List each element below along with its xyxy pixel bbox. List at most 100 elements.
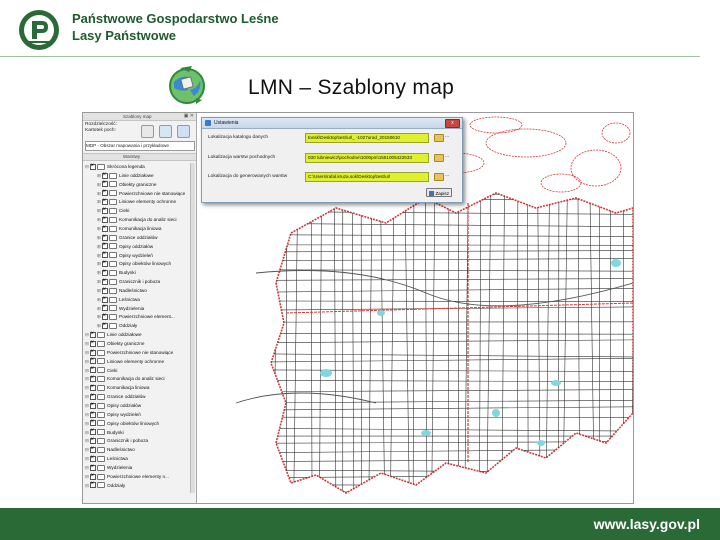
browse-button[interactable]: ...	[445, 153, 449, 159]
layer-type-icon	[97, 385, 105, 392]
layer-visibility-checkbox[interactable]	[90, 472, 96, 480]
layer-type-icon	[109, 252, 117, 259]
browse-button[interactable]: ...	[445, 133, 449, 139]
layer-visibility-checkbox[interactable]	[90, 330, 96, 338]
layer-visibility-checkbox[interactable]	[102, 250, 108, 259]
layer-tree-row[interactable]: ⊟Powierzchniowe elementy n...	[85, 472, 169, 481]
layer-type-icon	[109, 269, 117, 276]
layer-visibility-checkbox[interactable]	[90, 365, 96, 374]
layer-tree-row[interactable]: ⊟Opisy obiektów liniowych	[85, 418, 159, 428]
layer-visibility-checkbox[interactable]	[90, 445, 96, 453]
save-button[interactable]: Zapisz	[426, 188, 452, 197]
layer-tree-row[interactable]: ⊞Granice oddziałów	[97, 233, 158, 242]
layer-tree-row[interactable]: ⊟Powierzchniowe nie stanowiące	[85, 348, 173, 357]
layer-visibility-checkbox[interactable]	[90, 410, 96, 418]
layer-type-icon	[109, 243, 117, 250]
folder-icon[interactable]	[434, 173, 444, 181]
settings-dialog-titlebar: Ustawienia x	[202, 118, 462, 129]
layer-visibility-checkbox[interactable]	[102, 233, 108, 241]
layer-visibility-checkbox[interactable]	[102, 286, 108, 294]
template-select[interactable]: MDP - Obszar mapowania i przykładowe	[85, 141, 195, 151]
layer-tree-row[interactable]: ⊟Komunikacja liniowa	[85, 383, 149, 392]
layer-type-icon	[109, 225, 117, 232]
layer-visibility-checkbox[interactable]	[102, 179, 108, 188]
layer-visibility-checkbox[interactable]	[90, 401, 96, 409]
layer-type-icon	[109, 208, 117, 215]
header-divider	[0, 56, 700, 57]
layer-visibility-checkbox[interactable]	[90, 463, 96, 471]
layer-type-icon	[97, 358, 105, 365]
folder-icon[interactable]	[434, 154, 444, 162]
settings-gear-button[interactable]	[159, 125, 172, 138]
layer-tree-row[interactable]: ⊞Liniowe elementy ochronne	[97, 197, 176, 206]
layer-type-icon	[97, 455, 105, 462]
layer-visibility-checkbox[interactable]	[90, 392, 96, 400]
layer-tree-row[interactable]: ⊟Skrócona legenda	[85, 162, 145, 171]
layers-scrollbar[interactable]	[190, 163, 195, 493]
layer-tree-row[interactable]: ⊞Granicznik i poboza	[97, 277, 160, 286]
layer-tree-row[interactable]: ⊞Komunikacja liniowa	[97, 224, 161, 233]
layer-tree-row[interactable]: ⊟Oddziały	[85, 480, 125, 490]
layer-visibility-checkbox[interactable]	[102, 268, 108, 276]
derived-layers-input[interactable]: 030 lubniewicz\pochodne\1000pm\155100542…	[305, 153, 429, 163]
derived-layers-row: Lokalizacja warstw pochodnych 030 lubnie…	[208, 153, 458, 163]
data-folder-input[interactable]: tonsk\Desktop\test\url_ -1027urad_201506…	[305, 133, 429, 143]
layer-tree-row[interactable]: ⊞Opisy obiektów liniowych	[97, 259, 171, 268]
layer-visibility-checkbox[interactable]	[102, 188, 108, 197]
layer-tree-row[interactable]: ⊟Liniowe elementy ochronne	[85, 356, 164, 366]
layer-visibility-checkbox[interactable]	[102, 321, 108, 330]
layer-type-icon	[97, 163, 105, 170]
layer-tree-row[interactable]: ⊞Oddziały	[97, 321, 137, 330]
layer-visibility-checkbox[interactable]	[102, 277, 108, 285]
folder-icon[interactable]	[434, 134, 444, 142]
layer-visibility-checkbox[interactable]	[102, 241, 108, 250]
layer-type-icon	[97, 464, 105, 471]
layer-tree-row[interactable]: ⊞Powierzchniowe element...	[97, 312, 175, 321]
layer-visibility-checkbox[interactable]	[102, 171, 108, 179]
layer-visibility-checkbox[interactable]	[102, 215, 108, 223]
layer-visibility-checkbox[interactable]	[90, 339, 96, 347]
layer-visibility-checkbox[interactable]	[102, 303, 108, 312]
layer-visibility-checkbox[interactable]	[102, 312, 108, 321]
layer-type-icon	[109, 287, 117, 294]
layer-visibility-checkbox[interactable]	[102, 206, 108, 215]
layer-label: Komunikacja do analiz sieci	[119, 217, 177, 223]
layer-visibility-checkbox[interactable]	[90, 348, 96, 356]
layer-tree-row[interactable]: ⊟Komunikacja do analiz sieci	[85, 374, 165, 383]
water-body	[421, 430, 431, 436]
layer-label: Obiekty graniczne	[107, 341, 145, 346]
close-button[interactable]: x	[445, 119, 460, 128]
layer-visibility-checkbox[interactable]	[90, 436, 96, 445]
layer-visibility-checkbox[interactable]	[102, 259, 108, 268]
application-screenshot: Szablony map ▣ ✕ Rozdzielczość: Kartotek…	[82, 112, 634, 504]
layer-tree-row[interactable]: ⊟Granicznik i poboza	[85, 436, 148, 445]
layer-visibility-checkbox[interactable]	[90, 162, 96, 170]
browse-button[interactable]: ...	[445, 172, 449, 178]
layer-tree-row[interactable]: ⊞Powierzchniowe nie stanowiące	[97, 188, 185, 198]
lock-icon-button[interactable]	[141, 125, 154, 138]
layer-visibility-checkbox[interactable]	[102, 224, 108, 232]
layer-tree-row[interactable]: ⊞Komunikacja do analiz sieci	[97, 215, 177, 224]
layers-panel-title: Warstwy	[123, 154, 141, 159]
water-body	[537, 440, 545, 446]
forest-fragment	[601, 122, 631, 144]
left-panel: Szablony map ▣ ✕ Rozdzielczość: Kartotek…	[83, 113, 197, 503]
layer-visibility-checkbox[interactable]	[90, 480, 96, 489]
layer-visibility-checkbox[interactable]	[90, 383, 96, 392]
website-link[interactable]: www.lasy.gov.pl	[594, 516, 700, 532]
layer-visibility-checkbox[interactable]	[90, 356, 96, 365]
organization-name: Państwowe Gospodarstwo Leśne	[72, 11, 279, 26]
layer-visibility-checkbox[interactable]	[102, 197, 108, 206]
layer-visibility-checkbox[interactable]	[102, 295, 108, 303]
layer-type-icon	[109, 234, 117, 241]
settings-dialog-title: Ustawienia	[214, 120, 239, 126]
layer-visibility-checkbox[interactable]	[90, 427, 96, 436]
help-icon-button[interactable]	[177, 125, 190, 138]
layer-visibility-checkbox[interactable]	[90, 374, 96, 383]
layer-tree-row[interactable]: ⊟Granice oddziałów	[85, 392, 146, 401]
panel-window-buttons[interactable]: ▣ ✕	[184, 113, 194, 119]
layer-visibility-checkbox[interactable]	[90, 454, 96, 462]
generated-layers-input[interactable]: C:\Users\rafal.kruza.sok\Desktop\test\ur…	[305, 172, 429, 182]
layer-visibility-checkbox[interactable]	[90, 418, 96, 427]
forest-fragment	[570, 149, 622, 187]
